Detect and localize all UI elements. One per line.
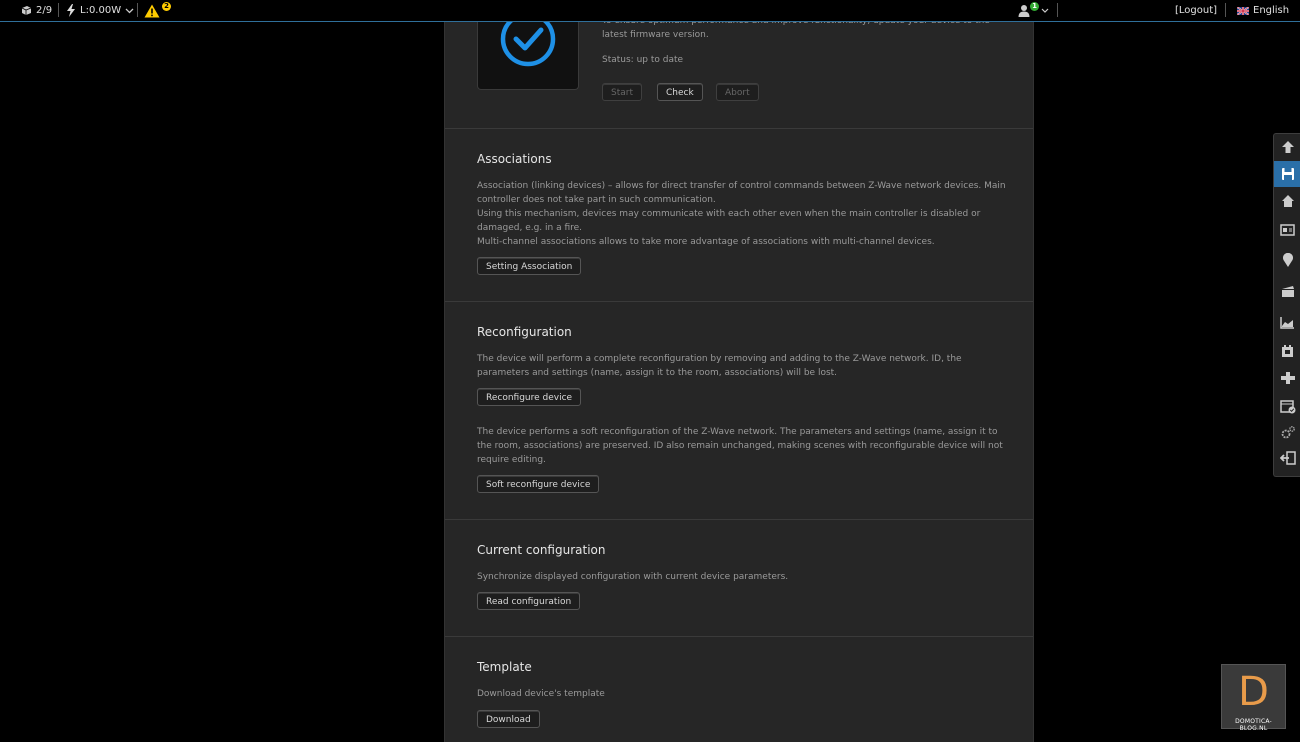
- statistics-button[interactable]: [1274, 309, 1300, 335]
- save-button[interactable]: [1274, 161, 1300, 187]
- top-bar: 2/9 L:0.00W 2 1 [Logout] English: [0, 0, 1300, 22]
- device-settings-panel: To ensure optimum performance and improv…: [444, 22, 1034, 742]
- firmware-status: Status: up to date: [602, 55, 684, 65]
- associations-title: Associations: [477, 152, 552, 166]
- start-button[interactable]: Start: [602, 83, 642, 101]
- associations-text-2: Using this mechanism, devices may commun…: [477, 209, 981, 233]
- logo-text: DOMOTICA-BLOG.NL: [1235, 718, 1272, 732]
- chevron-down-icon: [1041, 8, 1049, 13]
- reconfiguration-title: Reconfiguration: [477, 325, 572, 339]
- check-button[interactable]: Check: [657, 83, 703, 101]
- chevron-down-icon: [125, 8, 134, 13]
- user-badge: 1: [1030, 2, 1039, 11]
- plugins-button[interactable]: [1274, 338, 1300, 364]
- setting-association-button[interactable]: Setting Association: [477, 257, 582, 275]
- calendar-check-icon: [1279, 399, 1295, 413]
- clapperboard-icon: [1281, 286, 1294, 297]
- current-configuration-title: Current configuration: [477, 543, 606, 557]
- devices-button[interactable]: [1274, 217, 1300, 243]
- power-dropdown[interactable]: L:0.00W: [66, 0, 134, 21]
- power-value: L:0.00W: [80, 5, 122, 16]
- firmware-status-box: [477, 22, 579, 90]
- associations-section: Associations Association (linking device…: [445, 129, 1033, 302]
- divider: [1057, 3, 1058, 17]
- user-menu[interactable]: 1: [1018, 0, 1049, 21]
- template-title: Template: [477, 660, 532, 674]
- abort-button[interactable]: Abort: [716, 83, 759, 101]
- user-icon: [1018, 5, 1030, 17]
- devices-panel-icon: [1280, 224, 1295, 236]
- plugin-icon: [1282, 345, 1293, 357]
- lightning-icon: [67, 4, 75, 17]
- chart-icon: [1280, 316, 1294, 329]
- template-section: Template Download device's template Down…: [445, 637, 1033, 742]
- exit-icon: [1279, 451, 1296, 465]
- logo-letter: D: [1238, 669, 1269, 715]
- read-configuration-button[interactable]: Read configuration: [477, 592, 581, 610]
- reconfiguration-text-2: The device performs a soft reconfigurati…: [477, 427, 1003, 465]
- language-label: English: [1253, 5, 1290, 16]
- uk-flag-icon: [1237, 6, 1249, 15]
- settings-button[interactable]: [1274, 365, 1300, 391]
- reconfiguration-section: Reconfiguration The device will perform …: [445, 302, 1033, 520]
- checkmark-circle-icon: [500, 22, 556, 67]
- divider: [1225, 3, 1226, 17]
- soft-reconfigure-device-button[interactable]: Soft reconfigure device: [477, 475, 600, 493]
- current-configuration-section: Current configuration Synchronize displa…: [445, 520, 1033, 637]
- save-icon: [1281, 168, 1294, 180]
- template-text: Download device's template: [477, 689, 605, 699]
- map-pin-icon: [1282, 252, 1293, 267]
- logout-button[interactable]: [1274, 445, 1300, 471]
- domotica-blog-logo: D DOMOTICA-BLOG.NL: [1221, 664, 1286, 732]
- reconfiguration-text-1: The device will perform a complete recon…: [477, 354, 962, 378]
- download-button[interactable]: Download: [477, 710, 540, 728]
- language-selector[interactable]: English: [1237, 0, 1289, 21]
- devices-icon: [21, 6, 32, 15]
- current-configuration-text: Synchronize displayed configuration with…: [477, 572, 789, 582]
- firmware-description: To ensure optimum performance and improv…: [602, 22, 990, 40]
- divider: [137, 3, 138, 17]
- reconfigure-device-button[interactable]: Reconfigure device: [477, 388, 582, 406]
- devices-counter[interactable]: 2/9: [21, 0, 52, 21]
- scenes-button[interactable]: [1274, 278, 1300, 304]
- devices-count: 2/9: [36, 5, 53, 16]
- firmware-section: To ensure optimum performance and improv…: [445, 22, 1033, 129]
- divider: [58, 3, 59, 17]
- home-button[interactable]: [1274, 188, 1300, 214]
- warning-icon: [144, 4, 160, 17]
- config-button[interactable]: [1274, 419, 1300, 445]
- schedule-button[interactable]: [1274, 393, 1300, 419]
- arrow-up-icon: [1281, 141, 1294, 153]
- wrench-cross-icon: [1280, 372, 1295, 384]
- scroll-top-button[interactable]: [1274, 134, 1300, 160]
- warnings-count: 2: [162, 2, 171, 11]
- right-toolbar: [1273, 133, 1300, 477]
- associations-text-3: Multi-channel associations allows to tak…: [477, 237, 935, 247]
- associations-text-1: Association (linking devices) – allows f…: [477, 181, 1006, 205]
- location-button[interactable]: [1274, 247, 1300, 273]
- warnings-indicator[interactable]: 2: [144, 0, 171, 21]
- gears-icon: [1281, 426, 1295, 439]
- logout-link[interactable]: [Logout]: [1175, 0, 1217, 21]
- home-icon: [1281, 195, 1294, 207]
